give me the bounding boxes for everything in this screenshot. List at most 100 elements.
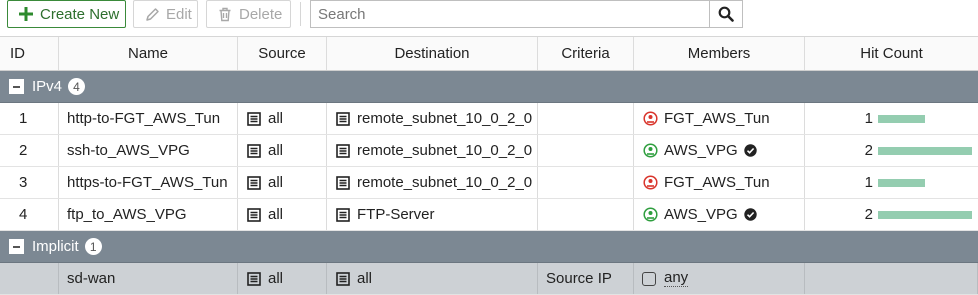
address-list-icon (335, 271, 351, 287)
column-header-criteria[interactable]: Criteria (538, 37, 634, 70)
cell-source: all (238, 167, 327, 198)
interface-down-icon (642, 175, 658, 191)
delete-label: Delete (239, 5, 283, 23)
cell-members: FGT_AWS_Tun (634, 167, 805, 198)
cell-id: 2 (0, 135, 59, 166)
source-label: all (268, 142, 284, 159)
table-row-implicit[interactable]: sd-wan all all Source IP any (0, 263, 978, 295)
member-label: AWS_VPG (664, 206, 738, 223)
cell-id: 1 (0, 103, 59, 134)
edit-button[interactable]: Edit (133, 0, 198, 28)
hit-count-value: 1 (864, 174, 873, 191)
cell-criteria (538, 103, 634, 134)
delete-button[interactable]: Delete (206, 0, 291, 28)
source-label: all (268, 174, 284, 191)
cell-name: ssh-to_AWS_VPG (59, 135, 238, 166)
interface-up-icon (642, 207, 658, 223)
collapse-icon[interactable] (9, 79, 24, 94)
cell-name: sd-wan (59, 263, 238, 294)
table-row[interactable]: 2 ssh-to_AWS_VPG all remote_subnet_10_0_2_0… (0, 135, 978, 167)
cell-hit-count: 2 (805, 199, 978, 230)
cell-destination: remote_subnet_10_0_2_0 (327, 167, 538, 198)
address-list-icon (335, 175, 351, 191)
cell-destination: all (327, 263, 538, 294)
interface-up-icon (642, 143, 658, 159)
plus-icon (18, 6, 34, 22)
search-input[interactable] (310, 0, 710, 28)
destination-label: remote_subnet_10_0_2_0 (357, 174, 533, 191)
create-new-button[interactable]: Create New (7, 0, 126, 28)
column-header-destination[interactable]: Destination (327, 37, 538, 70)
source-label: all (268, 270, 284, 287)
check-circle-icon (743, 143, 759, 159)
square-icon (642, 271, 656, 286)
hit-count-bar (878, 146, 972, 155)
trash-icon (217, 6, 233, 22)
cell-members: any (634, 263, 805, 294)
destination-label: FTP-Server (357, 206, 435, 223)
member-label: any (664, 269, 689, 287)
member-label: AWS_VPG (664, 142, 738, 159)
toolbar-divider (300, 2, 301, 26)
cell-hit-count: 1 (805, 103, 978, 134)
search-button[interactable] (709, 0, 743, 28)
cell-name: https-to-FGT_AWS_Tun (59, 167, 238, 198)
table-row[interactable]: 3 https-to-FGT_AWS_Tun all remote_subnet_10… (0, 167, 978, 199)
cell-id (0, 263, 59, 294)
column-header-hit-count[interactable]: Hit Count (805, 37, 978, 70)
cell-members: AWS_VPG (634, 135, 805, 166)
create-new-label: Create New (40, 5, 120, 23)
edit-label: Edit (166, 5, 192, 23)
table-header: ID Name Source Destination Criteria Memb… (0, 36, 978, 71)
collapse-icon[interactable] (9, 239, 24, 254)
hit-count-bar (878, 178, 925, 187)
cell-name: ftp_to_AWS_VPG (59, 199, 238, 230)
address-list-icon (246, 175, 262, 191)
hit-count-bar-track (878, 114, 972, 123)
column-header-source[interactable]: Source (238, 37, 327, 70)
cell-name: http-to-FGT_AWS_Tun (59, 103, 238, 134)
cell-id: 4 (0, 199, 59, 230)
check-circle-icon (743, 207, 759, 223)
cell-criteria (538, 167, 634, 198)
group-count-badge: 4 (68, 78, 86, 95)
column-header-id[interactable]: ID (0, 37, 59, 70)
source-label: all (268, 206, 284, 223)
destination-label: remote_subnet_10_0_2_0 (357, 142, 533, 159)
group-header-implicit[interactable]: Implicit 1 (0, 231, 978, 263)
group-count-badge: 1 (84, 238, 102, 255)
group-header-ipv4[interactable]: IPv4 4 (0, 71, 978, 103)
member-label: FGT_AWS_Tun (664, 110, 770, 127)
group-label: Implicit (32, 238, 79, 255)
magnifier-icon (718, 6, 734, 22)
cell-hit-count: 2 (805, 135, 978, 166)
hit-count-value: 2 (864, 206, 873, 223)
cell-source: all (238, 263, 327, 294)
cell-criteria (538, 135, 634, 166)
cell-source: all (238, 199, 327, 230)
cell-destination: FTP-Server (327, 199, 538, 230)
hit-count-bar (878, 210, 972, 219)
sdwan-rules-table: ID Name Source Destination Criteria Memb… (0, 36, 978, 295)
cell-criteria (538, 199, 634, 230)
hit-count-value: 2 (864, 142, 873, 159)
group-label: IPv4 (32, 78, 63, 95)
address-list-icon (246, 143, 262, 159)
address-list-icon (335, 207, 351, 223)
hit-count-bar-track (878, 146, 972, 155)
interface-down-icon (642, 111, 658, 127)
table-row[interactable]: 1 http-to-FGT_AWS_Tun all remote_subnet_10_… (0, 103, 978, 135)
source-label: all (268, 110, 284, 127)
hit-count-value: 1 (864, 110, 873, 127)
cell-source: all (238, 103, 327, 134)
hit-count-bar-track (878, 178, 972, 187)
table-row[interactable]: 4 ftp_to_AWS_VPG all FTP-Server AWS_VPG 2 (0, 199, 978, 231)
pencil-icon (144, 6, 160, 22)
cell-criteria: Source IP (538, 263, 634, 294)
address-list-icon (335, 111, 351, 127)
column-header-name[interactable]: Name (59, 37, 238, 70)
column-header-members[interactable]: Members (634, 37, 805, 70)
cell-destination: remote_subnet_10_0_2_0 (327, 135, 538, 166)
destination-label: all (357, 270, 373, 287)
hit-count-bar (878, 114, 925, 123)
